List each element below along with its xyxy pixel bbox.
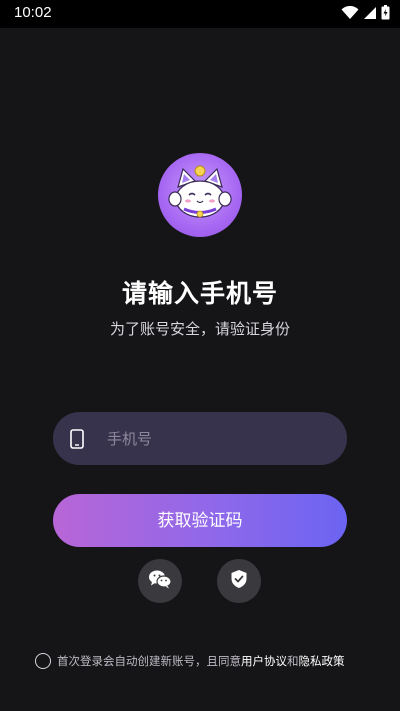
wifi-icon — [341, 5, 359, 24]
signal-icon — [363, 5, 377, 24]
agreement-row: 首次登录会自动创建新账号，且同意 用户协议 和 隐私政策 — [35, 652, 385, 670]
verify-login-button[interactable] — [217, 559, 261, 603]
phone-input-container[interactable] — [53, 412, 347, 465]
wechat-login-button[interactable] — [138, 559, 182, 603]
privacy-policy-link[interactable]: 隐私政策 — [299, 653, 345, 669]
get-code-button[interactable]: 获取验证码 — [53, 494, 347, 547]
agree-checkbox[interactable] — [35, 653, 51, 669]
status-bar: 10:02 — [0, 0, 400, 28]
phone-input[interactable] — [107, 412, 327, 465]
page-title: 请输入手机号 — [121, 279, 278, 308]
wechat-icon — [148, 569, 172, 593]
lucky-cat-icon — [168, 165, 232, 218]
login-screen: 10:02 请输入手机号 为了账号安全，请验证身份 手机号 获取验证码 首次登录… — [0, 0, 400, 711]
user-agreement-link[interactable]: 用户协议 — [241, 653, 287, 669]
shield-check-icon — [230, 569, 248, 593]
agreement-and: 和 — [287, 654, 299, 668]
battery-icon — [381, 4, 390, 24]
status-time: 10:02 — [14, 4, 52, 21]
page-subtitle: 为了账号安全，请验证身份 — [109, 320, 290, 338]
status-icons — [341, 4, 390, 24]
app-logo — [158, 153, 242, 237]
agreement-text: 首次登录会自动创建新账号，且同意 — [57, 654, 241, 668]
phone-icon — [70, 429, 84, 449]
